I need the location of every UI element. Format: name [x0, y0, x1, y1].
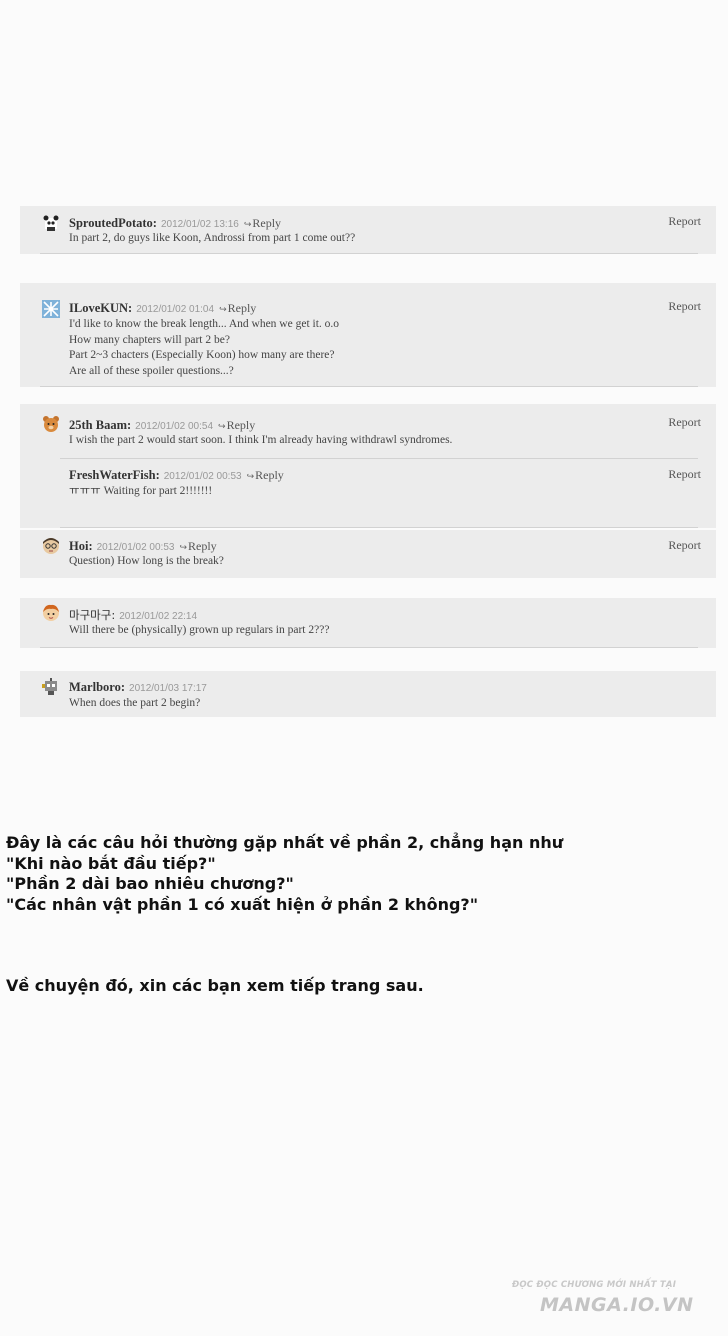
divider: [60, 527, 698, 528]
comment-date: 2012/01/02 22:14: [119, 611, 198, 622]
report-link[interactable]: Report: [668, 538, 701, 553]
watermark-tagline: ĐỌC ĐỌC CHƯƠNG MỚI NHẤT TẠI: [512, 1280, 677, 1290]
comment-text: I wish the part 2 would start soon. I th…: [69, 434, 453, 446]
report-link[interactable]: Report: [668, 214, 701, 229]
comment-date: 2012/01/02 00:54: [135, 421, 214, 432]
comment-block: Hoi: 2012/01/02 00:53 ↪Reply Question) How…: [20, 530, 716, 578]
report-link[interactable]: Report: [668, 299, 701, 314]
comment-text: Question) How long is the break?: [69, 555, 224, 567]
comment-date: 2012/01/02 00:53: [163, 471, 242, 482]
comment-text: In part 2, do guys like Koon, Androssi f…: [69, 232, 356, 244]
comment-author[interactable]: 25th Baam:: [69, 418, 131, 432]
reply-arrow-icon: ↪: [219, 305, 227, 315]
comment-author[interactable]: Hoi:: [69, 539, 93, 553]
watermark-logo: MANGA.IO.VN: [540, 1294, 694, 1316]
comment-block: 25th Baam: 2012/01/02 00:54 ↪Reply I wish …: [20, 404, 716, 528]
comment-author[interactable]: Marlboro:: [69, 680, 125, 694]
comment-block: Marlboro: 2012/01/03 17:17 When does the …: [20, 671, 716, 717]
robot-avatar-icon: [42, 678, 60, 696]
reply-link[interactable]: ↪Reply: [218, 418, 255, 432]
translator-note-closing: Về chuyện đó, xin các bạn xem tiếp trang…: [6, 976, 424, 995]
comment-text: When does the part 2 begin?: [69, 697, 201, 709]
glasses-face-avatar-icon: [42, 537, 60, 555]
reply-arrow-icon: ↪: [243, 220, 252, 230]
divider: [40, 647, 698, 648]
comment-block: ILoveKUN: 2012/01/02 01:04 ↪Reply I'd like…: [20, 283, 716, 387]
divider: [40, 253, 698, 254]
comment-text: I'd like to know the break length... And…: [69, 318, 340, 377]
reply-link[interactable]: ↪Reply: [244, 216, 281, 230]
reply-link[interactable]: ↪Reply: [179, 539, 216, 553]
comment-text: ㅠㅠㅠ Waiting for part 2!!!!!!!: [69, 485, 213, 497]
bear-avatar-icon: [42, 415, 60, 433]
comment-block: SproutedPotato: 2012/01/02 13:16 ↪Reply In…: [20, 206, 716, 254]
reply-arrow-icon: ↪: [218, 422, 226, 432]
comment-author[interactable]: SproutedPotato:: [69, 216, 157, 230]
divider: [60, 458, 698, 459]
divider: [40, 386, 698, 387]
comment-date: 2012/01/02 13:16: [160, 219, 239, 230]
comment-author[interactable]: FreshWaterFish:: [69, 468, 160, 482]
comment-text: Will there be (physically) grown up regu…: [69, 624, 330, 636]
comment-date: 2012/01/02 00:53: [96, 542, 175, 553]
comment-date: 2012/01/03 17:17: [129, 683, 207, 694]
translator-note: Đây là các câu hỏi thường gặp nhất về ph…: [6, 833, 564, 914]
reply-link[interactable]: ↪Reply: [219, 301, 256, 315]
comment-date: 2012/01/02 01:04: [136, 304, 215, 315]
blue-pattern-avatar-icon: [42, 300, 60, 318]
report-link[interactable]: Report: [668, 467, 701, 482]
comment-author[interactable]: ILoveKUN:: [69, 301, 132, 315]
reply-arrow-icon: ↪: [179, 543, 188, 553]
comment-author[interactable]: 마구마구:: [69, 608, 115, 622]
panda-avatar-icon: [42, 214, 60, 232]
comment-block: 마구마구: 2012/01/02 22:14 Will there be (phy…: [20, 598, 716, 648]
report-link[interactable]: Report: [668, 415, 701, 430]
reply-arrow-icon: ↪: [246, 472, 255, 482]
ginger-face-avatar-icon: [42, 604, 60, 622]
reply-link[interactable]: ↪Reply: [247, 468, 284, 482]
